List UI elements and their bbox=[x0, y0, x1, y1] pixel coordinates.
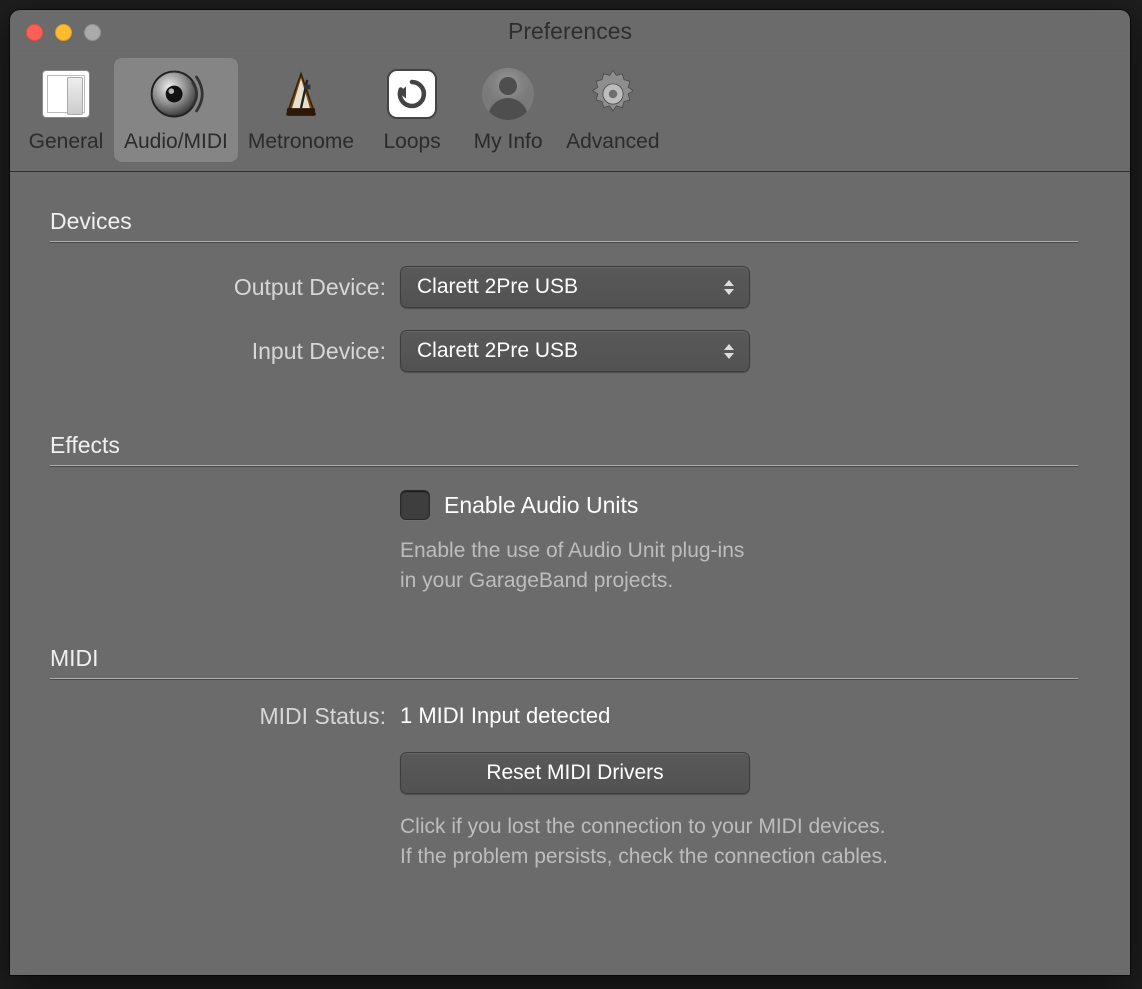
tab-audio-midi-label: Audio/MIDI bbox=[124, 130, 228, 154]
titlebar: Preferences bbox=[10, 10, 1130, 54]
preferences-content: Devices Output Device: Clarett 2Pre USB … bbox=[10, 172, 1130, 975]
window-title: Preferences bbox=[508, 18, 632, 45]
input-device-label: Input Device: bbox=[50, 338, 400, 365]
row-reset-midi: Reset MIDI Drivers Click if you lost the… bbox=[50, 752, 1078, 873]
metronome-icon bbox=[271, 64, 331, 124]
preferences-toolbar: General bbox=[10, 54, 1130, 172]
preferences-window: Preferences General bbox=[10, 10, 1130, 975]
input-device-value: Clarett 2Pre USB bbox=[417, 339, 578, 363]
tab-audio-midi[interactable]: Audio/MIDI bbox=[114, 58, 238, 162]
section-midi-title: MIDI bbox=[50, 645, 1078, 672]
divider bbox=[50, 465, 1078, 466]
row-output-device: Output Device: Clarett 2Pre USB bbox=[50, 266, 1078, 308]
desc-line: Click if you lost the connection to your… bbox=[400, 812, 1078, 842]
loop-icon bbox=[382, 64, 442, 124]
desc-line: Enable the use of Audio Unit plug-ins bbox=[400, 536, 1078, 566]
reset-midi-drivers-button[interactable]: Reset MIDI Drivers bbox=[400, 752, 750, 794]
midi-status-value: 1 MIDI Input detected bbox=[400, 703, 610, 728]
divider bbox=[50, 678, 1078, 679]
close-window-button[interactable] bbox=[26, 24, 43, 41]
minimize-window-button[interactable] bbox=[55, 24, 72, 41]
enable-audio-units-label: Enable Audio Units bbox=[444, 492, 638, 519]
reset-midi-desc: Click if you lost the connection to your… bbox=[400, 812, 1078, 873]
tab-metronome[interactable]: Metronome bbox=[238, 58, 364, 162]
switch-icon bbox=[36, 64, 96, 124]
tab-general[interactable]: General bbox=[18, 58, 114, 162]
speaker-icon bbox=[146, 64, 206, 124]
tab-loops-label: Loops bbox=[383, 130, 440, 154]
gear-icon bbox=[583, 64, 643, 124]
desc-line: If the problem persists, check the conne… bbox=[400, 842, 1078, 872]
row-enable-au: Enable Audio Units Enable the use of Aud… bbox=[50, 490, 1078, 597]
zoom-window-button[interactable] bbox=[84, 24, 101, 41]
tab-advanced[interactable]: Advanced bbox=[556, 58, 669, 162]
tab-loops[interactable]: Loops bbox=[364, 58, 460, 162]
output-device-label: Output Device: bbox=[50, 274, 400, 301]
traffic-lights bbox=[26, 24, 101, 41]
output-device-select[interactable]: Clarett 2Pre USB bbox=[400, 266, 750, 308]
person-icon bbox=[478, 64, 538, 124]
row-input-device: Input Device: Clarett 2Pre USB bbox=[50, 330, 1078, 372]
tab-general-label: General bbox=[29, 130, 104, 154]
chevron-updown-icon bbox=[721, 277, 737, 297]
divider bbox=[50, 241, 1078, 242]
enable-audio-units-desc: Enable the use of Audio Unit plug-ins in… bbox=[400, 536, 1078, 597]
row-midi-status: MIDI Status: 1 MIDI Input detected bbox=[50, 703, 1078, 730]
section-devices-title: Devices bbox=[50, 208, 1078, 235]
chevron-updown-icon bbox=[721, 341, 737, 361]
input-device-select[interactable]: Clarett 2Pre USB bbox=[400, 330, 750, 372]
tab-advanced-label: Advanced bbox=[566, 130, 659, 154]
midi-status-label: MIDI Status: bbox=[50, 703, 400, 730]
section-effects-title: Effects bbox=[50, 432, 1078, 459]
tab-metronome-label: Metronome bbox=[248, 130, 354, 154]
reset-midi-drivers-label: Reset MIDI Drivers bbox=[486, 761, 663, 785]
tab-my-info-label: My Info bbox=[474, 130, 543, 154]
enable-audio-units-checkbox[interactable] bbox=[400, 490, 430, 520]
output-device-value: Clarett 2Pre USB bbox=[417, 275, 578, 299]
desc-line: in your GarageBand projects. bbox=[400, 566, 1078, 596]
tab-my-info[interactable]: My Info bbox=[460, 58, 556, 162]
